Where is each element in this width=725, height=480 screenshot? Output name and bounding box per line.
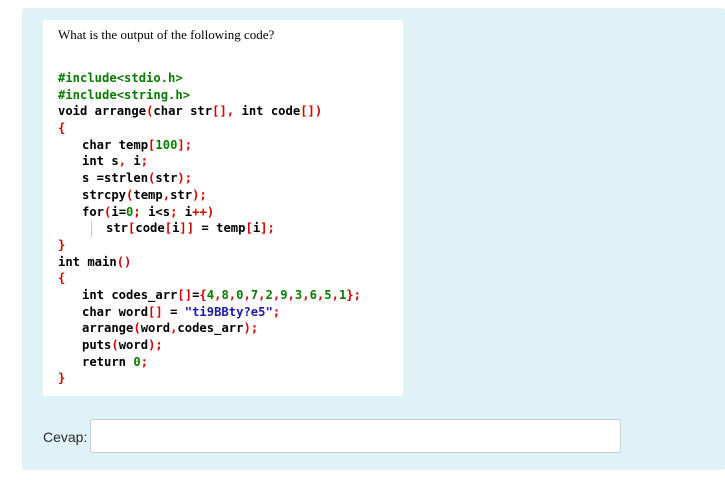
code-line: for(i=0; i<s; i++): [82, 204, 215, 219]
code-line: s =strlen(str);: [82, 171, 193, 186]
code-line: char word[] = "ti9BBty?e5";: [82, 304, 281, 319]
question-text: What is the output of the following code…: [58, 27, 275, 42]
answer-label: Cevap:: [43, 429, 88, 445]
code-line: str[code[i]] = temp[i];: [58, 220, 361, 237]
code-line: }: [58, 237, 66, 252]
code-line: char temp[100];: [82, 137, 193, 152]
code-line: puts(word);: [82, 338, 163, 352]
code-line: {: [58, 271, 66, 286]
code-line: }: [58, 371, 66, 386]
code-line: arrange(word,codes_arr);: [82, 321, 259, 336]
answer-input[interactable]: [90, 419, 621, 453]
code-line: strcpy(temp,str);: [82, 187, 207, 202]
code-line: int s, i;: [82, 154, 149, 169]
code-line: void arrange(char str[], int code[]): [58, 104, 323, 119]
code-block: #include<stdio.h> #include<string.h> void …: [58, 70, 361, 387]
code-line: int codes_arr[]={4,8,0,7,2,9,3,6,5,1};: [82, 287, 361, 302]
code-line: {: [58, 121, 66, 136]
code-line: return 0;: [82, 354, 149, 369]
code-line: #include<stdio.h>: [58, 71, 183, 85]
code-line: #include<string.h>: [58, 87, 191, 102]
code-line: int main(): [58, 254, 132, 269]
indent-guide: [91, 220, 92, 237]
